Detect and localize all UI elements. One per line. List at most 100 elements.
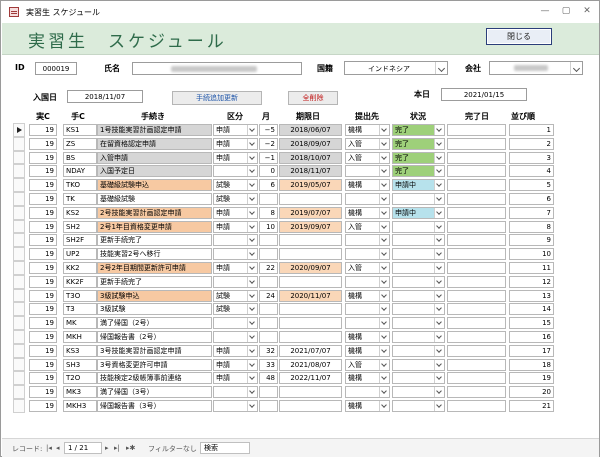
- cell-destination[interactable]: 入管: [345, 220, 390, 233]
- cell-jc[interactable]: 19: [29, 165, 57, 178]
- record-selector[interactable]: [13, 192, 25, 206]
- cell-deadline[interactable]: 2021/08/07: [279, 358, 342, 371]
- delete-all-button[interactable]: 全削除: [288, 91, 338, 105]
- cell-destination[interactable]: 機構: [345, 124, 390, 136]
- cell-destination[interactable]: [345, 275, 390, 288]
- cell-destination[interactable]: 入管: [345, 137, 390, 150]
- cell-tc[interactable]: KK2: [63, 262, 97, 274]
- cell-tc[interactable]: MK: [63, 317, 97, 330]
- cell-status[interactable]: 完了: [392, 165, 445, 178]
- cell-month[interactable]: −5: [259, 124, 278, 136]
- cell-status[interactable]: [392, 234, 445, 247]
- chevron-down-icon[interactable]: [247, 359, 257, 370]
- chevron-down-icon[interactable]: [570, 62, 582, 74]
- record-selector[interactable]: [13, 261, 25, 275]
- cell-order[interactable]: 20: [509, 386, 554, 399]
- cell-status[interactable]: [392, 289, 445, 302]
- cell-jc[interactable]: 19: [29, 262, 57, 274]
- cell-destination[interactable]: [345, 248, 390, 261]
- cell-order[interactable]: 2: [509, 137, 554, 150]
- cell-destination[interactable]: 機構: [345, 344, 390, 357]
- cell-order[interactable]: 16: [509, 331, 554, 343]
- cell-order[interactable]: 13: [509, 289, 554, 302]
- cell-status[interactable]: [392, 248, 445, 261]
- chevron-down-icon[interactable]: [434, 249, 444, 260]
- chevron-down-icon[interactable]: [379, 304, 389, 315]
- chevron-down-icon[interactable]: [434, 359, 444, 370]
- chevron-down-icon[interactable]: [379, 249, 389, 260]
- cell-destination[interactable]: 機構: [345, 179, 390, 192]
- cell-kubun[interactable]: 申請: [213, 262, 258, 274]
- cell-procedure[interactable]: 3級試験申込: [97, 289, 212, 302]
- cell-tc[interactable]: NDAY: [63, 165, 97, 178]
- cell-procedure[interactable]: 3号資格変更許可申請: [97, 358, 212, 371]
- cell-procedure[interactable]: 2号1年目資格変更申請: [97, 220, 212, 233]
- cell-order[interactable]: 21: [509, 400, 554, 412]
- cell-month[interactable]: 48: [259, 372, 278, 385]
- minimize-icon[interactable]: —: [538, 4, 552, 18]
- cell-completed[interactable]: [447, 303, 506, 316]
- cell-completed[interactable]: [447, 220, 506, 233]
- cell-procedure[interactable]: 入管申請: [97, 151, 212, 164]
- next-record-icon[interactable]: ▸: [105, 444, 109, 452]
- cell-jc[interactable]: 19: [29, 234, 57, 247]
- cell-month[interactable]: 8: [259, 206, 278, 219]
- record-selector[interactable]: [13, 385, 25, 399]
- record-selector[interactable]: [13, 274, 25, 289]
- filter-status[interactable]: フィルターなし: [148, 444, 197, 454]
- cell-completed[interactable]: [447, 248, 506, 261]
- cell-month[interactable]: [259, 303, 278, 316]
- record-selector[interactable]: [13, 302, 25, 317]
- cell-completed[interactable]: [447, 400, 506, 412]
- cell-deadline[interactable]: [279, 275, 342, 288]
- chevron-down-icon[interactable]: [247, 276, 257, 287]
- table-row[interactable]: 19 SH2 2号1年目資格変更申請 申請 10 2019/09/07 入管 8: [13, 219, 574, 234]
- cell-tc[interactable]: SH2F: [63, 234, 97, 247]
- record-selector[interactable]: [13, 330, 25, 344]
- cell-status[interactable]: [392, 303, 445, 316]
- today-field[interactable]: 2021/01/15: [441, 88, 527, 101]
- record-selector[interactable]: [13, 343, 25, 358]
- cell-kubun[interactable]: 試験: [213, 303, 258, 316]
- cell-destination[interactable]: [345, 193, 390, 205]
- chevron-down-icon[interactable]: [247, 125, 257, 135]
- close-button[interactable]: 閉じる: [486, 28, 552, 45]
- cell-procedure[interactable]: 技能検定2級帳簿事前連絡: [97, 372, 212, 385]
- cell-destination[interactable]: [345, 303, 390, 316]
- cell-completed[interactable]: [447, 206, 506, 219]
- cell-tc[interactable]: TKO: [63, 179, 97, 192]
- cell-kubun[interactable]: [213, 248, 258, 261]
- record-selector[interactable]: [13, 178, 25, 192]
- cell-jc[interactable]: 19: [29, 386, 57, 399]
- table-row[interactable]: 19 TKO 基礎級試験申込 試験 6 2019/05/07 機構 申請中 5: [13, 178, 574, 192]
- table-row[interactable]: 19 BS 入管申請 申請 −1 2018/10/07 入管 完了 3: [13, 150, 574, 165]
- chevron-down-icon[interactable]: [247, 194, 257, 204]
- cell-status[interactable]: 申請中: [392, 206, 445, 219]
- cell-order[interactable]: 15: [509, 317, 554, 330]
- chevron-down-icon[interactable]: [434, 304, 444, 315]
- entry-date-field[interactable]: 2018/11/07: [67, 90, 143, 103]
- cell-kubun[interactable]: 申請: [213, 220, 258, 233]
- cell-completed[interactable]: [447, 289, 506, 302]
- cell-status[interactable]: [392, 344, 445, 357]
- chevron-down-icon[interactable]: [434, 166, 444, 177]
- cell-procedure[interactable]: 1号技能実習計画認定申請: [97, 124, 212, 136]
- chevron-down-icon[interactable]: [247, 207, 257, 218]
- chevron-down-icon[interactable]: [379, 332, 389, 342]
- cell-completed[interactable]: [447, 372, 506, 385]
- chevron-down-icon[interactable]: [434, 401, 444, 411]
- cell-procedure[interactable]: 満了帰国（2号）: [97, 317, 212, 330]
- chevron-down-icon[interactable]: [379, 318, 389, 329]
- record-selector[interactable]: [13, 205, 25, 220]
- chevron-down-icon[interactable]: [247, 263, 257, 273]
- cell-kubun[interactable]: 申請: [213, 151, 258, 164]
- cell-completed[interactable]: [447, 317, 506, 330]
- close-window-icon[interactable]: ✕: [580, 4, 594, 18]
- record-selector[interactable]: [13, 136, 25, 151]
- cell-deadline[interactable]: 2018/09/07: [279, 137, 342, 150]
- chevron-down-icon[interactable]: [247, 373, 257, 384]
- cell-jc[interactable]: 19: [29, 220, 57, 233]
- chevron-down-icon[interactable]: [434, 263, 444, 273]
- cell-jc[interactable]: 19: [29, 303, 57, 316]
- cell-jc[interactable]: 19: [29, 193, 57, 205]
